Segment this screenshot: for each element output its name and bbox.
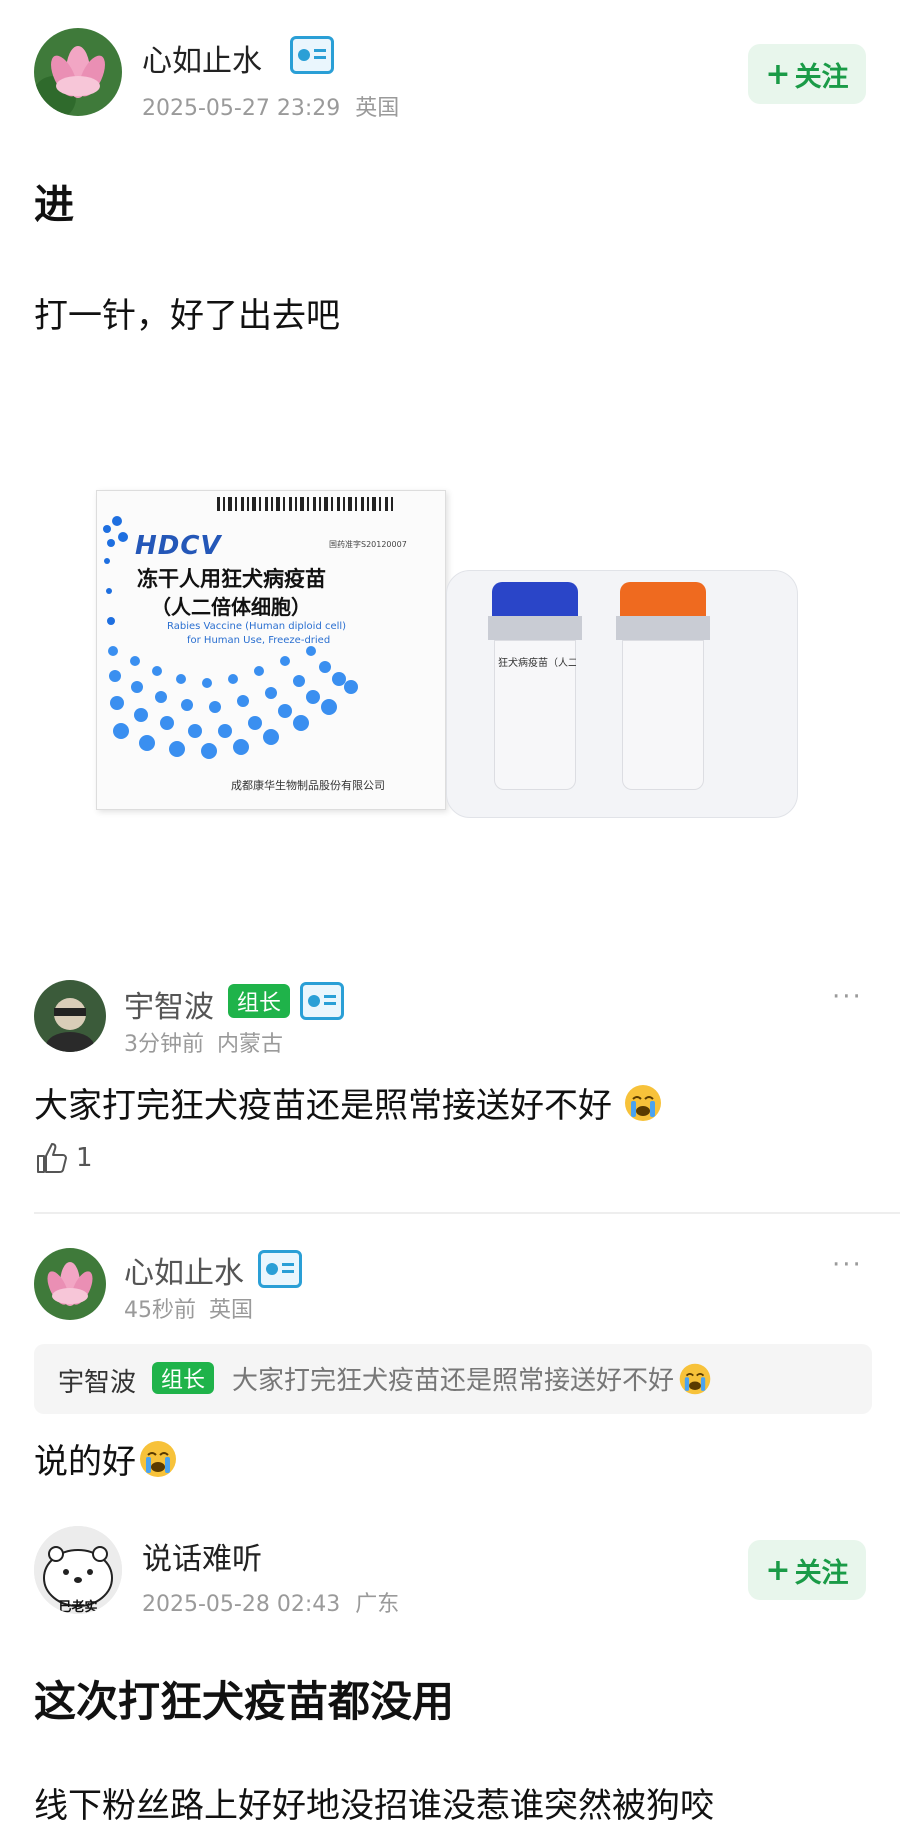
comment-location: 英国 bbox=[209, 1298, 254, 1323]
author-name[interactable]: 说话难听 bbox=[142, 1534, 262, 1578]
post-text: 线下粉丝路上好好地没招谁没惹谁突然被狗咬 bbox=[34, 1786, 714, 1826]
quote-text: 大家打完狂犬疫苗还是照常接送好不好 bbox=[232, 1360, 712, 1397]
comment-text: 大家打完狂犬疫苗还是照常接送好不好 bbox=[34, 1078, 663, 1132]
divider bbox=[34, 1212, 900, 1214]
post-time: 2025-05-28 02:43 bbox=[142, 1592, 341, 1617]
vaccine-vial-blue: 狂犬病疫苗（人二 bbox=[488, 582, 582, 794]
more-options-button[interactable]: ··· bbox=[832, 1250, 863, 1280]
id-badge-icon bbox=[300, 982, 344, 1020]
role-badge: 组长 bbox=[228, 984, 290, 1018]
comment-time: 45秒前 bbox=[124, 1298, 196, 1323]
quote-text-content: 大家打完狂犬疫苗还是照常接送好不好 bbox=[232, 1366, 675, 1396]
follow-label: 关注 bbox=[794, 61, 849, 93]
commenter-name[interactable]: 心如止水 bbox=[124, 1248, 244, 1292]
vaccine-box: HDCV 国药准字S20120007 冻干人用狂犬病疫苗 （人二倍体细胞） Ra… bbox=[96, 490, 446, 810]
quoted-comment[interactable]: 宇智波 组长 大家打完狂犬疫苗还是照常接送好不好 bbox=[34, 1344, 872, 1414]
comment-time: 3分钟前 bbox=[124, 1032, 204, 1057]
comment-meta: 3分钟前 内蒙古 bbox=[124, 1026, 283, 1058]
comment-meta: 45秒前 英国 bbox=[124, 1292, 253, 1324]
id-badge-icon bbox=[258, 1250, 302, 1288]
avatar-caption: 已老实 bbox=[58, 1600, 98, 1614]
avatar[interactable] bbox=[34, 980, 106, 1052]
post-text: 打一针，好了出去吧 bbox=[34, 296, 340, 336]
dot-pattern bbox=[103, 516, 358, 759]
comment-text-content: 说的好 bbox=[34, 1442, 136, 1482]
post-meta: 2025-05-27 23:29 英国 bbox=[142, 90, 399, 122]
follow-button[interactable]: + 关注 bbox=[748, 1540, 866, 1600]
vaccine-vial-orange bbox=[616, 582, 710, 794]
comment-text: 说的好 bbox=[34, 1434, 178, 1483]
commenter-name[interactable]: 宇智波 bbox=[124, 982, 214, 1026]
crying-emoji-icon bbox=[140, 1440, 176, 1477]
comment-location: 内蒙古 bbox=[217, 1032, 284, 1057]
post-location: 广东 bbox=[355, 1592, 400, 1617]
avatar[interactable] bbox=[34, 1248, 106, 1320]
plus-icon: + bbox=[765, 56, 791, 92]
quote-author: 宇智波 bbox=[58, 1368, 137, 1398]
manufacturer: 成都康华生物制品股份有限公司 bbox=[231, 779, 385, 792]
comment-text-content: 大家打完狂犬疫苗还是照常接送好不好 bbox=[34, 1086, 612, 1126]
vial-label: 狂犬病疫苗（人二 bbox=[498, 658, 576, 669]
post-title: 这次打狂犬疫苗都没用 bbox=[34, 1677, 455, 1726]
like-button[interactable]: 1 bbox=[34, 1140, 93, 1176]
avatar[interactable] bbox=[34, 28, 122, 116]
role-badge: 组长 bbox=[152, 1362, 214, 1394]
crying-emoji-icon bbox=[623, 1083, 663, 1132]
plus-icon: + bbox=[765, 1552, 791, 1588]
post-time: 2025-05-27 23:29 bbox=[142, 96, 341, 121]
id-badge-icon bbox=[290, 36, 334, 74]
like-count: 1 bbox=[76, 1143, 93, 1173]
author-name[interactable]: 心如止水 bbox=[142, 36, 262, 80]
post-meta: 2025-05-28 02:43 广东 bbox=[142, 1586, 399, 1618]
more-options-button[interactable]: ··· bbox=[832, 982, 863, 1012]
post-location: 英国 bbox=[355, 96, 400, 121]
thumbs-up-icon bbox=[37, 1143, 67, 1173]
follow-button[interactable]: + 关注 bbox=[748, 44, 866, 104]
post-image[interactable]: HDCV 国药准字S20120007 冻干人用狂犬病疫苗 （人二倍体细胞） Ra… bbox=[96, 478, 798, 838]
post-title: 进 bbox=[34, 182, 74, 228]
avatar[interactable]: 已老实 bbox=[34, 1526, 122, 1614]
crying-emoji-icon bbox=[679, 1363, 711, 1394]
follow-label: 关注 bbox=[794, 1557, 849, 1589]
